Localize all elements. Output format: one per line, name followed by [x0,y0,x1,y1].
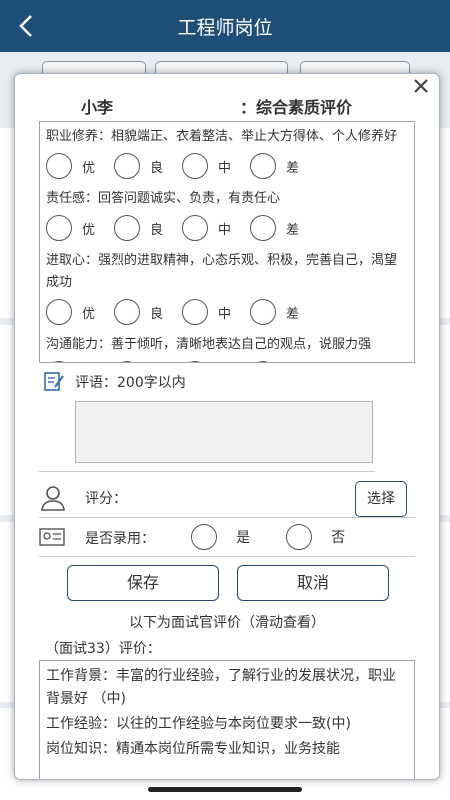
home-indicator [148,787,302,792]
rating-option[interactable]: 良 [114,299,163,325]
rating-option[interactable]: 差 [250,299,299,325]
question-item: 职业修养：相貌端正、衣着整洁、举止大方得体、个人修养好 优 良 中 差 [40,126,414,184]
question-text: 进取心：强烈的进取精神，心态乐观、积极，完善自己，渴望成功 [46,253,398,290]
section-title: ：综合素质评价 [240,98,353,117]
radio-button[interactable] [286,524,312,550]
dialog-header: 小李 ：综合素质评价 [15,94,439,118]
hire-yes-option[interactable]: 是 [191,524,250,550]
nav-bar: 工程师岗位 [0,0,450,52]
rating-option[interactable]: 中 [182,299,231,325]
divider [39,471,375,472]
radio-button[interactable] [182,361,208,362]
question-text: 沟通能力：善于倾听，清晰地表达自己的观点，说服力强 [46,337,372,352]
question-text: 责任感：回答问题诚实、负责，有责任心 [46,191,281,206]
rating-option[interactable]: 良 [114,215,163,241]
radio-button[interactable] [114,361,140,362]
option-label: 良 [150,222,164,238]
evaluation-item: 岗位知识：精通本岗位所需专业知识，业务技能 [46,741,340,757]
close-icon[interactable] [411,76,431,96]
option-label: 中 [218,160,232,176]
edit-icon [44,372,64,391]
rating-option[interactable]: 差 [250,361,299,362]
rating-options: 优 良 中 差 [46,294,408,330]
score-label: 评分： [85,491,127,507]
option-label: 优 [82,306,96,322]
hire-row: 是否录用： 是 否 [39,520,419,554]
user-icon [41,486,65,511]
radio-button[interactable] [46,299,72,325]
option-label: 差 [286,306,300,322]
radio-button[interactable] [182,153,208,179]
comment-input[interactable] [75,401,373,463]
hire-no-label: 否 [331,530,346,546]
radio-button[interactable] [114,153,140,179]
rating-option[interactable]: 良 [114,361,163,362]
divider [39,556,415,557]
radio-button[interactable] [191,524,217,550]
radio-button[interactable] [182,299,208,325]
radio-button[interactable] [114,215,140,241]
scroll-hint: 以下为面试官评价（滑动查看） [129,615,325,631]
rating-options: 优 良 中 差 [46,356,408,362]
rating-option[interactable]: 良 [114,153,163,179]
option-label: 优 [82,160,96,176]
rating-option[interactable]: 中 [182,361,231,362]
rating-option[interactable]: 优 [46,215,95,241]
hire-yes-label: 是 [236,530,251,546]
save-button[interactable]: 保存 [67,565,219,601]
radio-button[interactable] [250,299,276,325]
evaluation-dialog: 小李 ：综合素质评价 职业修养：相貌端正、衣着整洁、举止大方得体、个人修养好 优… [14,73,440,780]
option-label: 差 [286,222,300,238]
page-title: 工程师岗位 [177,17,273,39]
interviewer-title: （面试33）评价： [45,641,161,657]
divider [39,517,415,518]
radio-button[interactable] [46,361,72,362]
rating-option[interactable]: 优 [46,299,95,325]
option-label: 优 [82,222,96,238]
radio-button[interactable] [182,215,208,241]
rating-option[interactable]: 优 [46,153,95,179]
evaluation-item: 工作背景：丰富的行业经验，了解行业的发展状况，职业背景好 （中) [46,668,396,707]
radio-button[interactable] [46,153,72,179]
candidate-name: 小李 [81,98,114,117]
radio-button[interactable] [250,153,276,179]
evaluation-item: 工作经验：以往的工作经验与本岗位要求一致(中) [46,716,351,732]
radio-button[interactable] [250,215,276,241]
radio-button[interactable] [46,215,72,241]
rating-option[interactable]: 差 [250,153,299,179]
question-item: 进取心：强烈的进取精神，心态乐观、积极，完善自己，渴望成功 优 良 中 差 [40,250,414,330]
option-label: 中 [218,222,232,238]
score-row: 评分： 选择 [39,480,419,517]
option-label: 中 [218,306,232,322]
option-label: 差 [286,160,300,176]
cancel-button[interactable]: 取消 [237,565,389,601]
question-text: 职业修养：相貌端正、衣着整洁、举止大方得体、个人修养好 [46,129,398,144]
option-label: 良 [150,306,164,322]
rating-options: 优 良 中 差 [46,210,408,246]
hire-no-option[interactable]: 否 [286,524,345,550]
id-card-icon [39,528,65,546]
question-item: 责任感：回答问题诚实、负责，有责任心 优 良 中 差 [40,188,414,246]
select-score-button[interactable]: 选择 [355,481,407,517]
hire-label: 是否录用： [85,531,155,547]
option-label: 良 [150,160,164,176]
rating-options: 优 良 中 差 [46,148,408,184]
rating-option[interactable]: 中 [182,153,231,179]
radio-button[interactable] [114,299,140,325]
rating-option[interactable]: 优 [46,361,95,362]
radio-button[interactable] [250,361,276,362]
rating-option[interactable]: 中 [182,215,231,241]
interviewer-evaluation-list[interactable]: 工作背景：丰富的行业经验，了解行业的发展状况，职业背景好 （中) 工作经验：以往… [39,660,415,779]
comment-label: 评语：200字以内 [75,375,186,391]
question-list[interactable]: 职业修养：相貌端正、衣着整洁、举止大方得体、个人修养好 优 良 中 差 责任感：… [39,121,415,363]
rating-option[interactable]: 差 [250,215,299,241]
question-item: 沟通能力：善于倾听，清晰地表达自己的观点，说服力强 优 良 中 差 [40,334,414,362]
